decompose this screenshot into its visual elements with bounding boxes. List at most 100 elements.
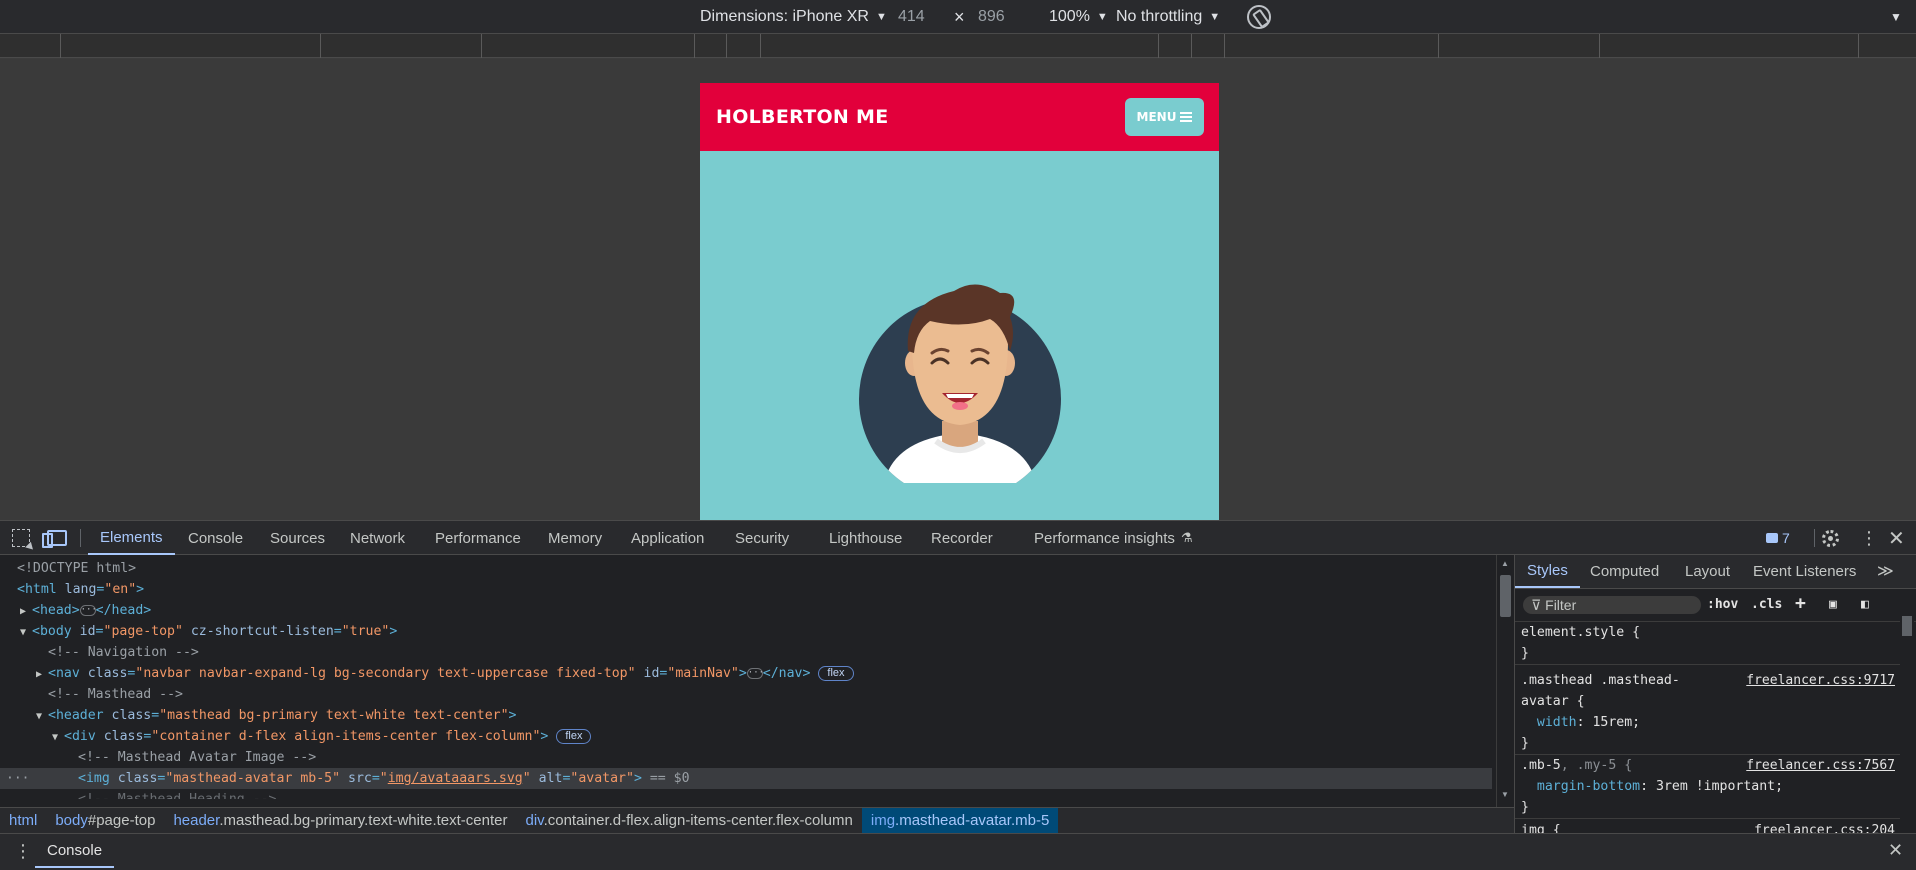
elements-scrollbar[interactable]: ▲ ▼ — [1496, 555, 1514, 807]
drawer-tab-console[interactable]: Console — [35, 834, 115, 868]
device-dimensions-select[interactable]: Dimensions: iPhone XR ▼ — [700, 0, 887, 34]
styles-tab-bar: Styles Computed Layout Event Listeners ≫ — [1515, 555, 1916, 589]
tab-network[interactable]: Network — [350, 521, 405, 555]
styles-scrollbar[interactable] — [1900, 604, 1914, 833]
dom-node-partial: <!-- Masthead Heading --> — [0, 789, 1492, 799]
tab-memory[interactable]: Memory — [548, 521, 602, 555]
tab-performance-insights[interactable]: Performance insights ⚗ — [1034, 521, 1193, 555]
img-src-link[interactable]: img/avataaars.svg — [388, 771, 523, 786]
elements-tree: <!DOCTYPE html> <html lang="en"> ▶ <head>… — [0, 555, 1496, 807]
device-toggle-button[interactable] — [42, 521, 67, 555]
issues-count: 7 — [1782, 530, 1790, 546]
dom-node-nav[interactable]: ▶ <nav class="navbar navbar-expand-lg bg-… — [0, 663, 1492, 684]
scroll-down-icon[interactable]: ▼ — [1501, 790, 1509, 799]
inspect-icon — [12, 529, 30, 547]
more-tabs-chevron-icon[interactable]: ≫ — [1877, 555, 1894, 588]
hov-toggle[interactable]: :hov — [1707, 597, 1738, 612]
more-actions-icon[interactable]: ··· — [6, 768, 29, 789]
zoom-select[interactable]: 100% ▼ — [1049, 0, 1108, 34]
avatar-image[interactable] — [854, 271, 1066, 483]
throttling-select[interactable]: No throttling ▼ — [1116, 0, 1220, 34]
new-rule-plus-icon[interactable]: + — [1795, 593, 1806, 614]
device-dimensions-label: Dimensions: iPhone XR — [700, 8, 869, 25]
tab-event-listeners[interactable]: Event Listeners — [1753, 555, 1856, 588]
dom-node-header[interactable]: ▼ <header class="masthead bg-primary text… — [0, 705, 1492, 726]
dom-node-comment-navigation[interactable]: <!-- Navigation --> — [0, 642, 1492, 663]
issues-button[interactable]: 7 — [1766, 521, 1790, 555]
toggle-sidebar-icon[interactable]: ◧ — [1861, 597, 1869, 612]
style-rule-img[interactable]: img {freelancer.css:204 — [1515, 820, 1903, 833]
styles-filter-input[interactable]: ⊽ Filter — [1523, 596, 1701, 614]
expand-triangle-icon[interactable]: ▶ — [20, 601, 32, 622]
device-toolbar-icon — [42, 530, 67, 548]
height-input[interactable]: 896 — [978, 0, 1005, 34]
caret-down-icon: ▼ — [1096, 11, 1108, 23]
source-link[interactable]: freelancer.css:7567 — [1746, 755, 1895, 776]
breadcrumb-body[interactable]: body#page-top — [46, 808, 164, 834]
tab-layout[interactable]: Layout — [1685, 555, 1730, 588]
more-menu-button[interactable]: ⋮ — [1860, 521, 1878, 555]
tab-sources[interactable]: Sources — [270, 521, 325, 555]
dom-node-body[interactable]: ▼ <body id="page-top" cz-shortcut-listen=… — [0, 621, 1492, 642]
zoom-label: 100% — [1049, 8, 1090, 25]
close-devtools-button[interactable]: ✕ — [1888, 521, 1905, 555]
expand-triangle-icon[interactable]: ▶ — [36, 664, 48, 685]
tab-performance-insights-label: Performance insights — [1034, 529, 1175, 547]
style-rule-mb5[interactable]: .mb-5, .my-5 {freelancer.css:7567 margin… — [1515, 755, 1903, 819]
collapse-triangle-icon[interactable]: ▼ — [52, 727, 64, 748]
kebab-icon: ⋮ — [1860, 528, 1878, 548]
tab-lighthouse[interactable]: Lighthouse — [829, 521, 902, 555]
tab-console[interactable]: Console — [188, 521, 243, 555]
style-rule-masthead-avatar[interactable]: .masthead .masthead-freelancer.css:9717 … — [1515, 670, 1903, 755]
breadcrumb-html[interactable]: html — [0, 808, 46, 834]
close-icon: ✕ — [1888, 527, 1905, 550]
site-brand[interactable]: HOLBERTON ME — [716, 106, 889, 128]
inspect-element-button[interactable] — [12, 521, 30, 555]
dom-node-img-selected[interactable]: ··· <img class="masthead-avatar mb-5" src… — [0, 768, 1492, 789]
dom-node-doctype[interactable]: <!DOCTYPE html> — [0, 558, 1492, 579]
dom-node-head[interactable]: ▶ <head>···</head> — [0, 600, 1492, 621]
dom-node-html[interactable]: <html lang="en"> — [0, 579, 1492, 600]
rotate-button[interactable] — [1247, 0, 1271, 34]
breadcrumb-header[interactable]: header.masthead.bg-primary.text-white.te… — [164, 808, 516, 834]
tab-computed[interactable]: Computed — [1590, 555, 1659, 588]
settings-button[interactable] — [1822, 521, 1839, 555]
device-viewport: HOLBERTON ME MENU — [0, 59, 1916, 520]
ellipsis-icon[interactable]: ··· — [79, 604, 97, 616]
flex-badge[interactable]: flex — [818, 665, 854, 681]
scroll-up-icon[interactable]: ▲ — [1501, 559, 1509, 568]
tab-performance[interactable]: Performance — [435, 521, 521, 555]
breadcrumb-img[interactable]: img.masthead-avatar.mb-5 — [861, 807, 1059, 834]
style-rule-element[interactable]: element.style { } — [1515, 622, 1903, 665]
rotate-icon — [1247, 5, 1271, 29]
bars-icon — [1180, 112, 1193, 122]
tab-application[interactable]: Application — [631, 521, 704, 555]
dom-node-div[interactable]: ▼ <div class="container d-flex align-item… — [0, 726, 1492, 747]
collapse-triangle-icon[interactable]: ▼ — [36, 706, 48, 727]
tab-styles[interactable]: Styles — [1515, 555, 1580, 588]
more-options-caret-icon[interactable]: ▼ — [1890, 0, 1902, 34]
breadcrumb-div[interactable]: div.container.d-flex.align-items-center.… — [517, 808, 862, 834]
ellipsis-icon[interactable]: ··· — [746, 667, 764, 679]
tab-recorder[interactable]: Recorder — [931, 521, 993, 555]
site-navbar: HOLBERTON ME MENU — [700, 83, 1219, 151]
collapse-triangle-icon[interactable]: ▼ — [20, 622, 32, 643]
source-link[interactable]: freelancer.css:9717 — [1746, 670, 1895, 691]
paint-brush-icon[interactable]: ▣ — [1829, 597, 1837, 612]
menu-button[interactable]: MENU — [1125, 98, 1204, 136]
source-link[interactable]: freelancer.css:204 — [1754, 820, 1895, 833]
styles-pane: Styles Computed Layout Event Listeners ≫… — [1514, 555, 1916, 833]
dom-node-comment-avatar[interactable]: <!-- Masthead Avatar Image --> — [0, 747, 1492, 768]
flex-badge[interactable]: flex — [556, 728, 592, 744]
times-icon: × — [954, 6, 965, 27]
media-query-ruler[interactable] — [0, 34, 1916, 58]
drawer-menu-kebab-icon[interactable]: ⋮ — [14, 841, 32, 862]
tab-security[interactable]: Security — [735, 521, 789, 555]
cls-toggle[interactable]: .cls — [1751, 597, 1782, 612]
gear-icon — [1822, 529, 1839, 547]
devtools-window: Dimensions: iPhone XR ▼ 414 × 896 100% ▼ N… — [0, 0, 1916, 870]
tab-elements[interactable]: Elements — [88, 521, 175, 555]
close-drawer-icon[interactable]: ✕ — [1888, 840, 1903, 861]
dom-node-comment-masthead[interactable]: <!-- Masthead --> — [0, 684, 1492, 705]
width-input[interactable]: 414 — [898, 0, 925, 34]
